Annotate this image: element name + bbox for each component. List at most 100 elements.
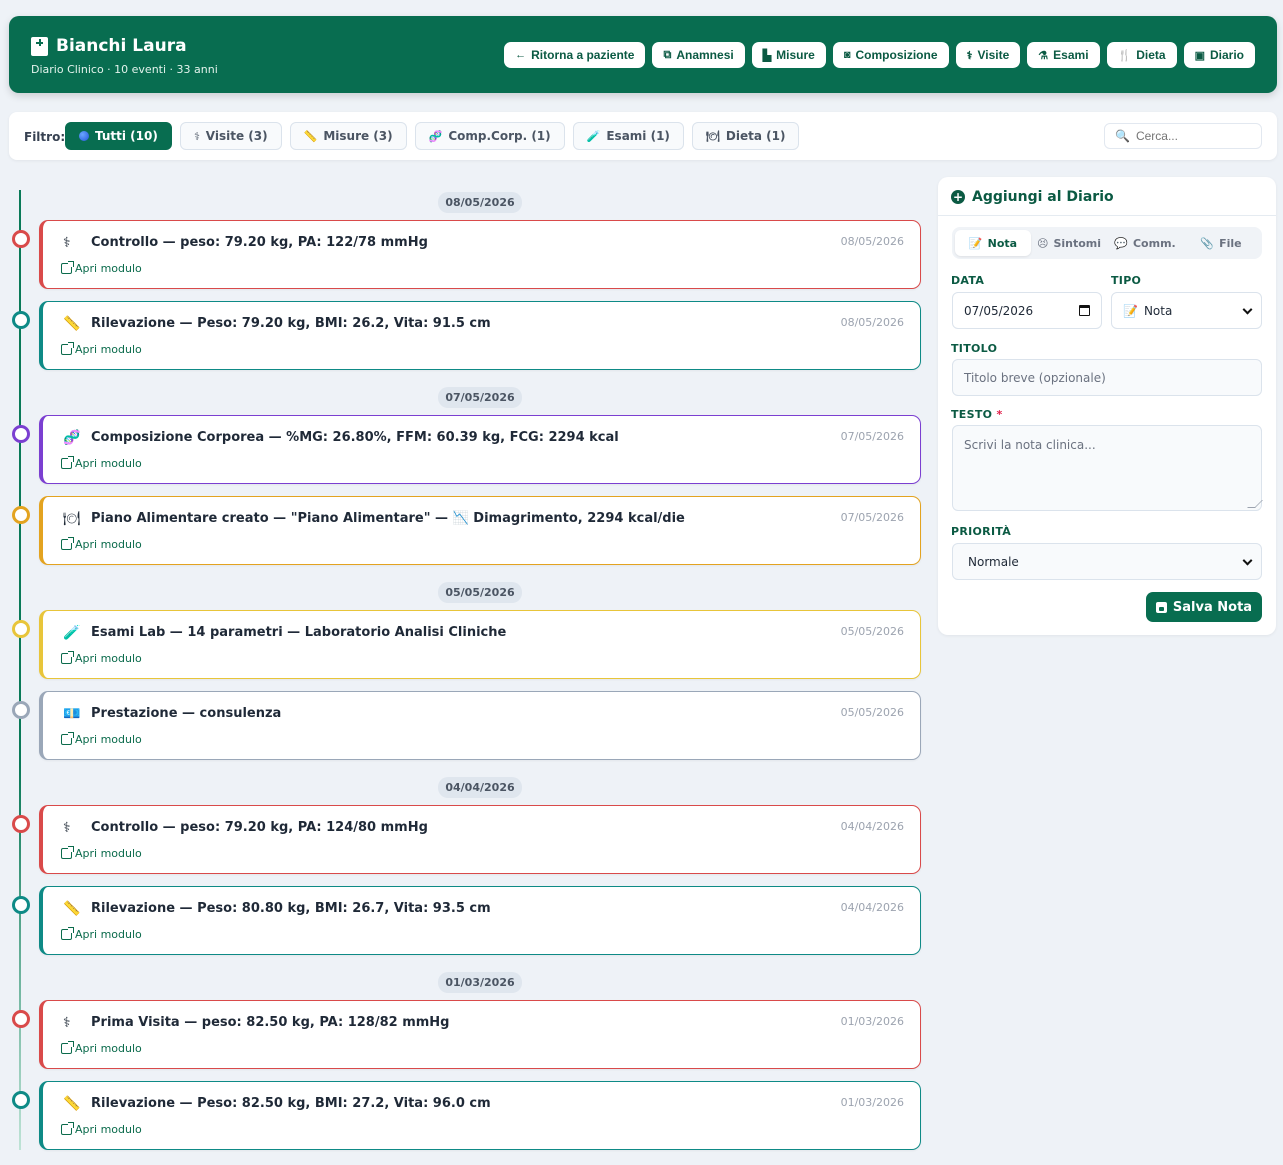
type-select[interactable]: 📝 Nota (1111, 292, 1262, 329)
external-link-icon (61, 261, 74, 274)
external-link-icon (61, 846, 74, 859)
event-title: Esami Lab — 14 parametri — Laboratorio A… (91, 625, 507, 640)
filter-misure-button[interactable]: 📏 Misure (3) (289, 122, 407, 150)
tab-nota[interactable]: 📝 Nota (955, 230, 1031, 256)
filter-compcorp-button[interactable]: 🧬 Comp.Corp. (1) (414, 122, 565, 150)
filter-esami-button[interactable]: 🧪 Esami (1) (572, 122, 684, 150)
add-to-diary-panel: + Aggiungi al Diario 📝 Nota 😣 Sintomi 💬 Com… (938, 177, 1276, 635)
tab-sintomi[interactable]: 😣 Sintomi (1031, 230, 1107, 256)
back-to-patient-button[interactable]: ← Ritorna a paziente (504, 42, 646, 68)
event-title: Prima Visita — peso: 82.50 kg, PA: 128/8… (91, 1015, 450, 1030)
open-module-link[interactable]: Apri modulo (61, 1041, 142, 1055)
misure-button[interactable]: ▙ Misure (751, 42, 826, 68)
timeline-dot (12, 1010, 30, 1028)
timeline-event-card[interactable]: 🧬 Composizione Corporea — %MG: 26.80%, F… (39, 415, 921, 484)
filter-bar: Filtro: Tutti (10) ⚕ Visite (3) 📏 Misure (… (9, 112, 1277, 160)
memo-icon: 📝 (1123, 303, 1138, 318)
timeline-event-card[interactable]: ⚕ Controllo — peso: 79.20 kg, PA: 124/80… (39, 805, 921, 874)
filter-all-button[interactable]: Tutti (10) (65, 122, 172, 150)
data-label: DATA (951, 274, 985, 287)
event-title: Rilevazione — Peso: 79.20 kg, BMI: 26.2,… (91, 316, 491, 331)
timeline-dot (12, 506, 30, 524)
event-title: Rilevazione — Peso: 82.50 kg, BMI: 27.2,… (91, 1096, 491, 1111)
timeline-dot (12, 815, 30, 833)
date-separator: 01/03/2026 (438, 972, 522, 993)
timeline-event-card[interactable]: 📏 Rilevazione — Peso: 79.20 kg, BMI: 26.… (39, 301, 921, 370)
filter-dieta-button[interactable]: 🍽 Dieta (1) (691, 122, 800, 150)
dieta-button[interactable]: 🍴 Dieta (1106, 42, 1177, 68)
open-module-link[interactable]: Apri modulo (61, 1122, 142, 1136)
save-icon (1155, 601, 1167, 613)
date-input[interactable]: 07/05/2026 (952, 292, 1102, 329)
timeline-dot (12, 425, 30, 443)
filter-visite-button[interactable]: ⚕ Visite (3) (179, 122, 282, 150)
utensils-icon: 🍴 (1117, 49, 1132, 62)
copy-icon: ⧉ (663, 48, 672, 61)
search-box: 🔍 (1104, 123, 1262, 149)
event-date: 07/05/2026 (840, 511, 904, 524)
globe-icon (79, 131, 89, 141)
timeline-event-card[interactable]: ⚕ Prima Visita — peso: 82.50 kg, PA: 128… (39, 1000, 921, 1069)
speech-bubble-icon: 💬 (1114, 236, 1128, 250)
timeline-event-card[interactable]: 💶 Prestazione — consulenza 05/05/2026 Ap… (39, 691, 921, 760)
visite-button[interactable]: ⚕ Visite (955, 42, 1021, 68)
plate-icon: 🍽 (705, 129, 720, 143)
timeline-event-card[interactable]: 🍽 Piano Alimentare creato — "Piano Alime… (39, 496, 921, 565)
composizione-button[interactable]: ◙ Composizione (832, 42, 949, 68)
search-input[interactable] (1135, 129, 1256, 143)
event-date: 01/03/2026 (840, 1015, 904, 1028)
external-link-icon (61, 651, 74, 664)
open-module-link[interactable]: Apri modulo (61, 342, 142, 356)
esami-button[interactable]: ⚗ Esami (1027, 42, 1100, 68)
tab-file[interactable]: 📎 File (1183, 230, 1259, 256)
stethoscope-icon: ⚕ (63, 1015, 71, 1031)
text-area[interactable]: Scrivi la nota clinica... (952, 425, 1263, 511)
event-date: 07/05/2026 (840, 430, 904, 443)
timeline-event-card[interactable]: 📏 Rilevazione — Peso: 82.50 kg, BMI: 27.… (39, 1081, 921, 1150)
filter-buttons: Tutti (10) ⚕ Visite (3) 📏 Misure (3) 🧬 Comp… (65, 122, 800, 150)
timeline-event-card[interactable]: 🧪 Esami Lab — 14 parametri — Laboratorio… (39, 610, 921, 679)
diario-button[interactable]: ▣ Diario (1183, 42, 1255, 68)
testo-label: TESTO * (951, 408, 1003, 421)
open-module-link[interactable]: Apri modulo (61, 261, 142, 275)
header: Bianchi Laura Diario Clinico · 10 eventi… (9, 16, 1277, 93)
chevron-down-icon (1242, 304, 1253, 315)
resize-handle[interactable] (1247, 500, 1263, 508)
stethoscope-icon: ⚕ (966, 49, 973, 62)
event-title: Rilevazione — Peso: 80.80 kg, BMI: 26.7,… (91, 901, 491, 916)
external-link-icon (61, 927, 74, 940)
timeline-event-card[interactable]: ⚕ Controllo — peso: 79.20 kg, PA: 122/78… (39, 220, 921, 289)
open-module-link[interactable]: Apri modulo (61, 537, 142, 551)
tab-comm[interactable]: 💬 Comm. (1107, 230, 1183, 256)
title-input[interactable]: Titolo breve (opzionale) (952, 359, 1262, 396)
patient-title: Bianchi Laura (31, 36, 187, 56)
entry-type-tabs: 📝 Nota 😣 Sintomi 💬 Comm. 📎 File (952, 227, 1262, 259)
titolo-label: TITOLO (951, 342, 998, 355)
save-note-button[interactable]: Salva Nota (1146, 592, 1262, 622)
open-module-link[interactable]: Apri modulo (61, 846, 142, 860)
open-module-link[interactable]: Apri modulo (61, 927, 142, 941)
calendar-icon[interactable] (1079, 305, 1090, 316)
money-icon: 💶 (63, 706, 81, 722)
anamnesi-button[interactable]: ⧉ Anamnesi (652, 42, 745, 68)
timeline-event-card[interactable]: 📏 Rilevazione — Peso: 80.80 kg, BMI: 26.… (39, 886, 921, 955)
plate-icon: 🍽 (63, 511, 81, 527)
event-title: Prestazione — consulenza (91, 706, 282, 721)
timeline-line (19, 190, 21, 1150)
timeline-dot (12, 620, 30, 638)
stethoscope-icon: ⚕ (193, 129, 200, 143)
date-separator: 05/05/2026 (438, 582, 522, 603)
panel-title: + Aggiungi al Diario (951, 189, 1114, 205)
external-link-icon (61, 1041, 74, 1054)
open-module-link[interactable]: Apri modulo (61, 732, 142, 746)
event-title: Composizione Corporea — %MG: 26.80%, FFM… (91, 430, 619, 445)
date-separator: 04/04/2026 (438, 777, 522, 798)
external-link-icon (61, 1122, 74, 1135)
priority-select[interactable]: Normale (952, 543, 1262, 580)
test-tube-icon: 🧪 (63, 625, 81, 641)
open-module-link[interactable]: Apri modulo (61, 651, 142, 665)
arrow-left-icon: ← (515, 49, 527, 61)
event-date: 08/05/2026 (840, 235, 904, 248)
open-module-link[interactable]: Apri modulo (61, 456, 142, 470)
patient-name: Bianchi Laura (56, 36, 187, 56)
